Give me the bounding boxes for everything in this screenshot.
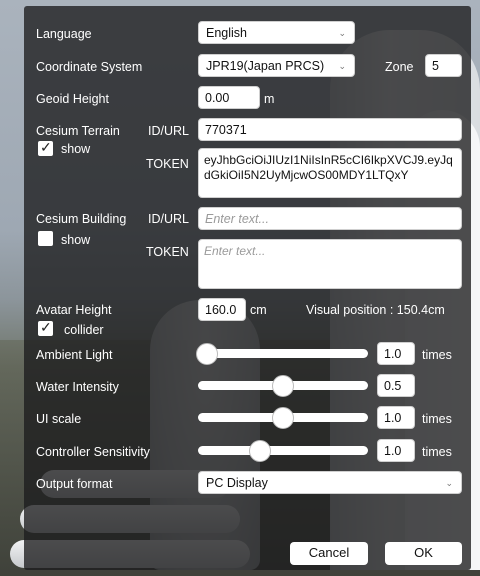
geoid-unit: m: [264, 92, 275, 106]
language-value: English: [206, 26, 247, 40]
checkmark-icon: ✓: [40, 319, 52, 335]
building-token-input[interactable]: Enter text...: [198, 239, 462, 289]
geoid-height-input[interactable]: 0.00: [198, 86, 260, 109]
cesium-building-label: Cesium Building: [36, 212, 127, 226]
zone-label: Zone: [385, 60, 414, 74]
checkmark-icon: ✓: [40, 139, 52, 155]
language-select[interactable]: English ⌄: [198, 21, 355, 44]
water-intensity-slider-knob[interactable]: [272, 375, 294, 397]
coordinate-system-select[interactable]: JPR19(Japan PRCS) ⌄: [198, 54, 355, 77]
output-format-value: PC Display: [206, 476, 268, 490]
building-token-label: TOKEN: [146, 245, 189, 259]
ok-button[interactable]: OK: [385, 542, 462, 565]
ambient-light-slider-knob[interactable]: [196, 343, 218, 365]
chevron-down-icon: ⌄: [338, 61, 346, 71]
cesium-terrain-label: Cesium Terrain: [36, 124, 120, 138]
collider-checkbox[interactable]: ✓: [38, 319, 53, 336]
ambient-light-label: Ambient Light: [36, 348, 113, 362]
terrain-id-url-input[interactable]: 770371: [198, 118, 462, 141]
ui-scale-label: UI scale: [36, 412, 82, 426]
settings-panel: Language English ⌄ Coordinate System JPR…: [24, 6, 471, 570]
output-format-select[interactable]: PC Display ⌄: [198, 471, 462, 494]
geoid-height-label: Geoid Height: [36, 92, 109, 106]
avatar-height-input[interactable]: 160.0: [198, 298, 246, 321]
terrain-token-label: TOKEN: [146, 157, 189, 171]
terrain-show-label: show: [61, 142, 91, 156]
ambient-light-slider-track[interactable]: [198, 349, 368, 358]
terrain-id-url-label: ID/URL: [148, 124, 189, 138]
output-format-label: Output format: [36, 477, 113, 491]
cancel-button[interactable]: Cancel: [290, 542, 368, 565]
controller-sensitivity-label: Controller Sensitivity: [36, 445, 150, 459]
water-intensity-input[interactable]: 0.5: [377, 374, 415, 397]
ui-scale-slider-knob[interactable]: [272, 407, 294, 429]
terrain-token-input[interactable]: eyJhbGciOiJIUzI1NiIsInR5cCI6IkpXVCJ9.eyJ…: [198, 148, 462, 198]
chevron-down-icon: ⌄: [445, 478, 453, 488]
controller-sensitivity-unit: times: [422, 445, 452, 459]
visual-position-text: Visual position : 150.4cm: [306, 303, 445, 317]
avatar-height-label: Avatar Height: [36, 303, 112, 317]
controller-sensitivity-slider-track[interactable]: [198, 446, 368, 455]
controller-sensitivity-input[interactable]: 1.0: [377, 439, 415, 462]
building-id-url-input[interactable]: Enter text...: [198, 207, 462, 230]
collider-label: collider: [64, 323, 104, 337]
coordinate-system-label: Coordinate System: [36, 60, 143, 74]
ui-scale-unit: times: [422, 412, 452, 426]
language-label: Language: [36, 27, 92, 41]
terrain-show-checkbox[interactable]: ✓: [38, 139, 53, 156]
chevron-down-icon: ⌄: [338, 28, 346, 38]
ambient-light-input[interactable]: 1.0: [377, 342, 415, 365]
zone-input[interactable]: 5: [425, 54, 462, 77]
building-show-checkbox[interactable]: [38, 231, 53, 246]
controller-sensitivity-slider-knob[interactable]: [249, 440, 272, 462]
coordinate-system-value: JPR19(Japan PRCS): [206, 59, 325, 73]
building-show-label: show: [61, 233, 91, 247]
ambient-light-unit: times: [422, 348, 452, 362]
building-id-url-label: ID/URL: [148, 212, 189, 226]
water-intensity-label: Water Intensity: [36, 380, 119, 394]
avatar-height-unit: cm: [250, 303, 267, 317]
ui-scale-input[interactable]: 1.0: [377, 406, 415, 429]
